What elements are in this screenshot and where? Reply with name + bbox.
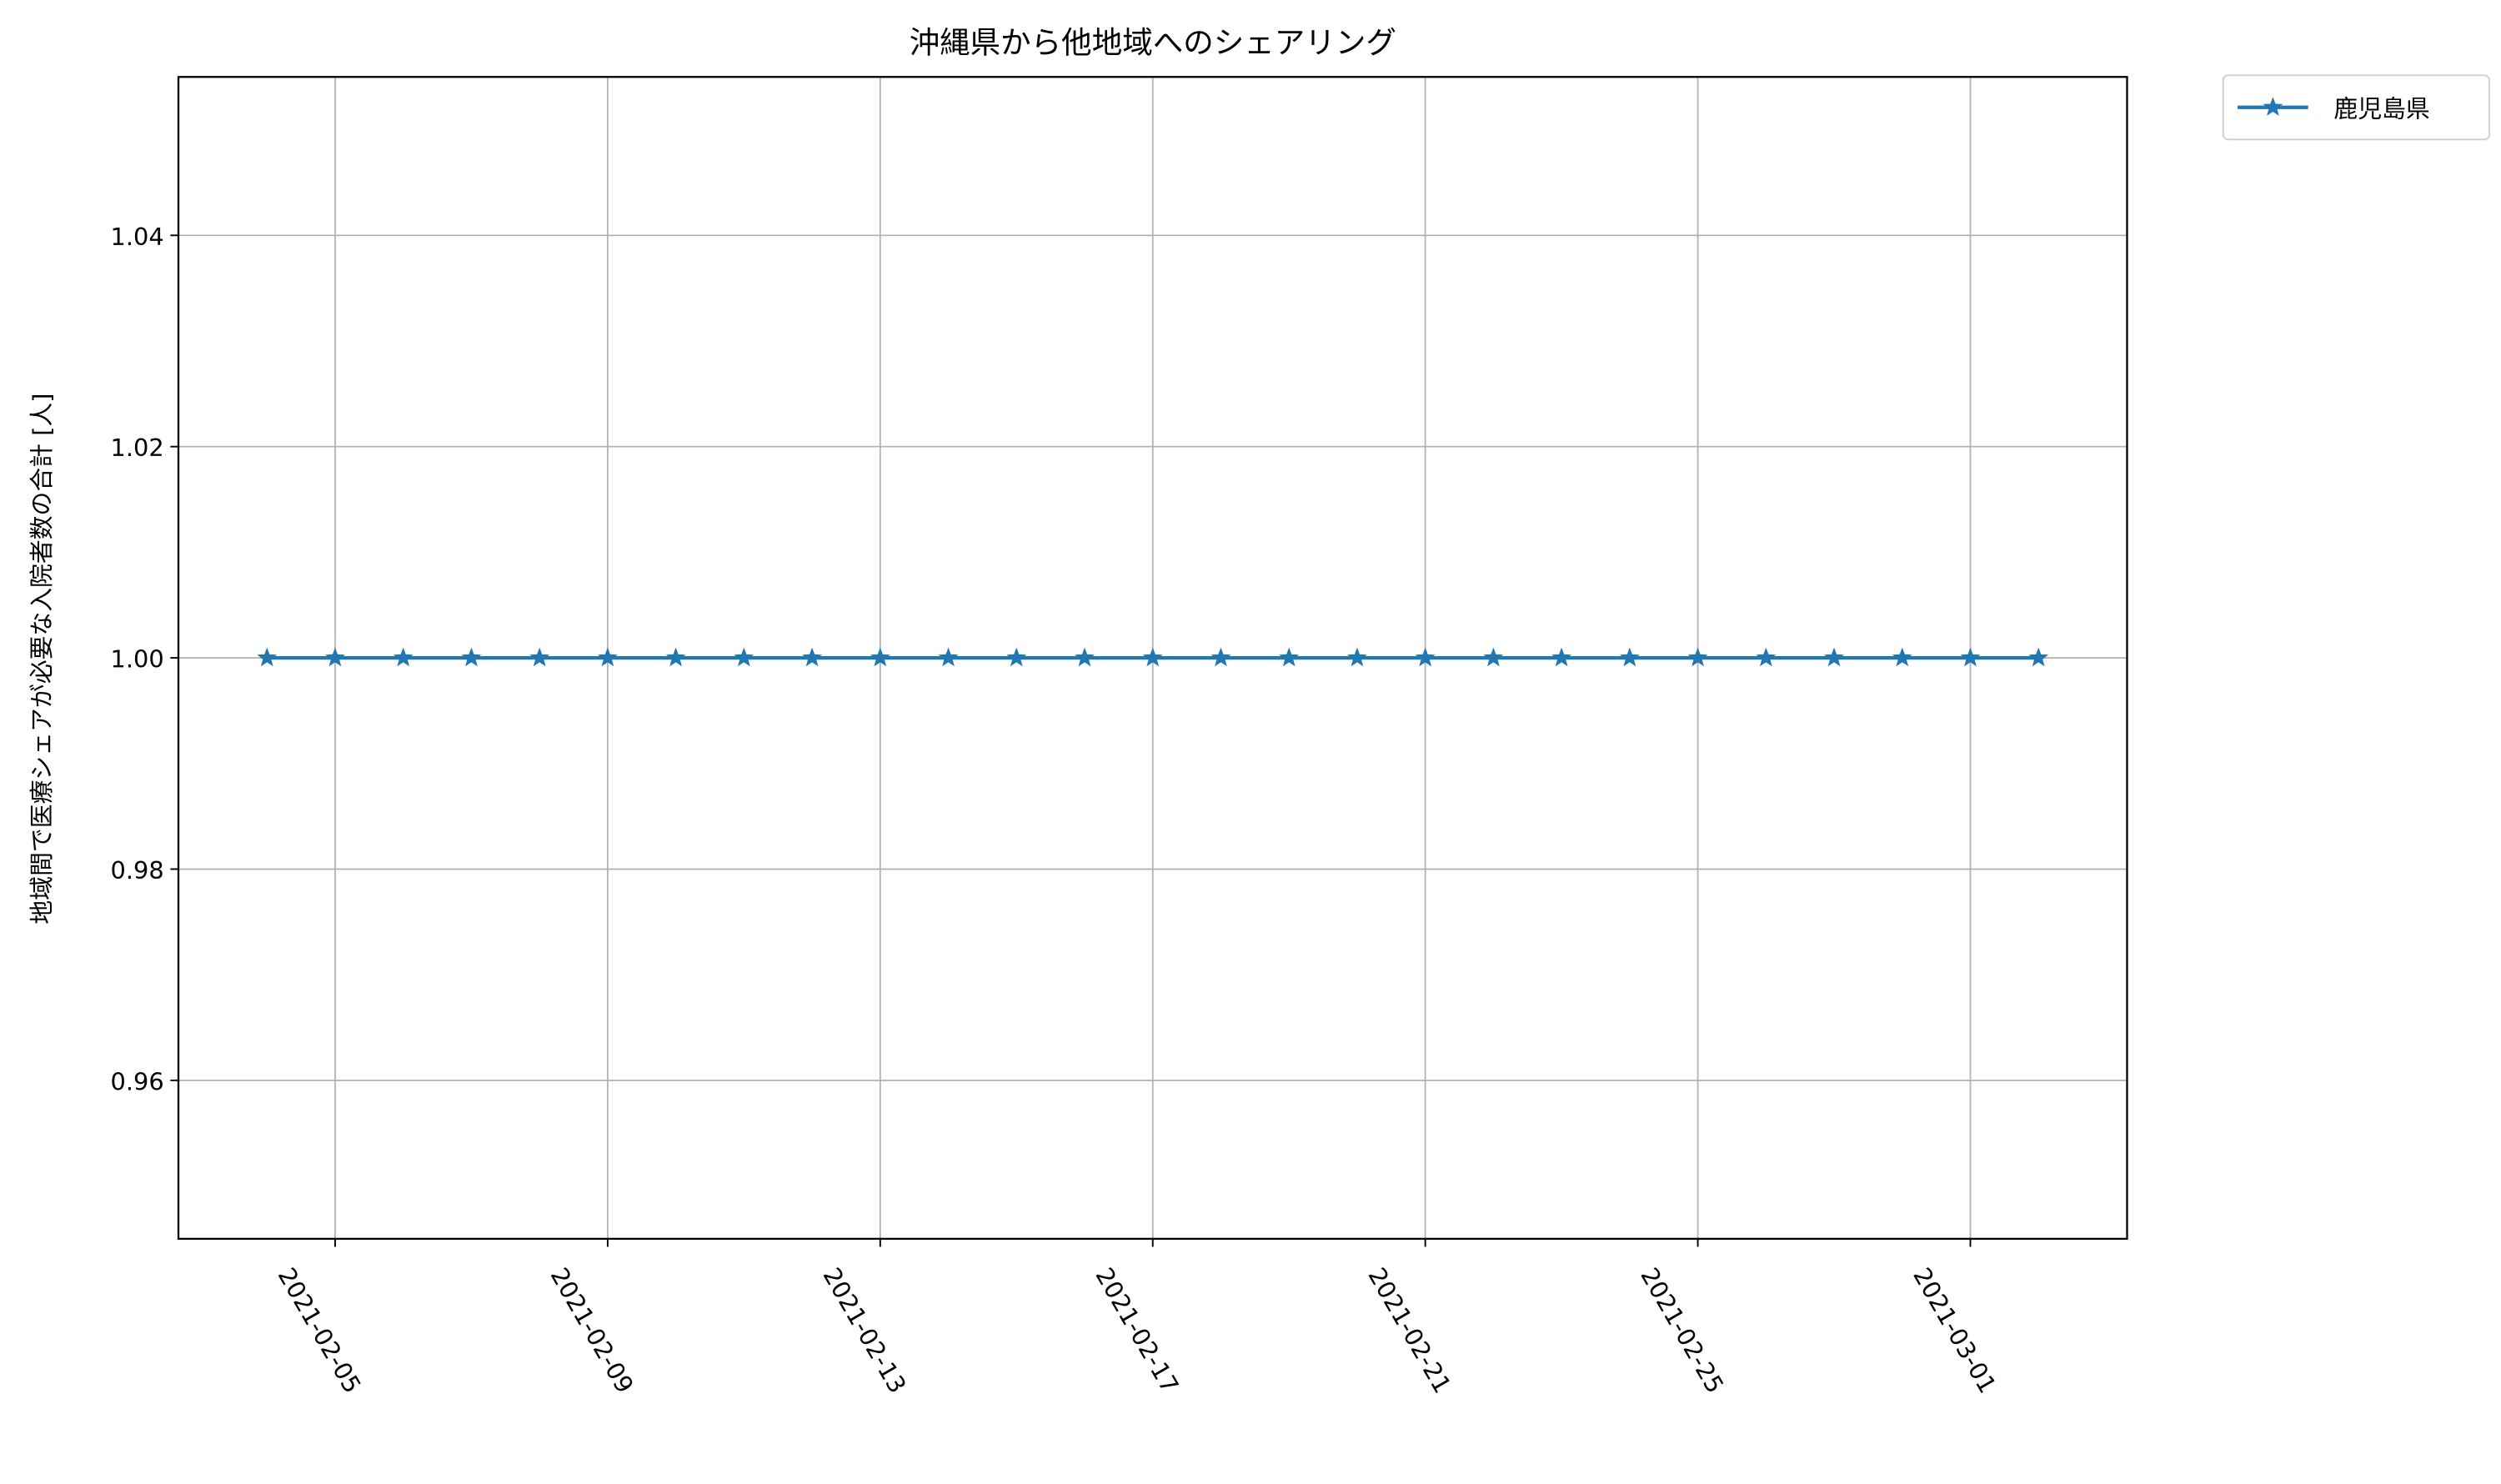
- data-point-star: [938, 647, 959, 667]
- chart-title: 沖縄県から他地域へのシェアリング: [910, 24, 1396, 60]
- legend: 鹿児島県: [2222, 74, 2490, 141]
- data-point-star: [665, 647, 686, 667]
- y-tick-label: 0.96: [111, 1067, 164, 1095]
- data-point-star: [529, 647, 550, 667]
- data-point-star: [1279, 647, 1300, 667]
- data-point-star: [1551, 647, 1572, 667]
- data-point-star: [393, 647, 413, 667]
- x-tick-label: 2021-02-05: [273, 1263, 367, 1398]
- data-point-star: [802, 647, 822, 667]
- data-point-star: [257, 647, 278, 667]
- data-point-star: [461, 647, 482, 667]
- data-point-star: [1006, 647, 1027, 667]
- chart: 2021-02-05 2021-02-09 2021-02-13 2021-02-17…: [28, 24, 2490, 1398]
- legend-label: 鹿児島県: [2333, 94, 2429, 123]
- data-point-star: [1075, 647, 1095, 667]
- y-axis-label: 地域間で医療シェアが必要な入院者数の合計 [人]: [28, 394, 56, 925]
- data-point-star: [1483, 647, 1504, 667]
- y-tick-label: 0.98: [111, 856, 164, 885]
- y-tick-label: 1.02: [111, 434, 164, 462]
- x-tick-label: 2021-02-13: [818, 1263, 912, 1398]
- x-tick-label: 2021-02-21: [1362, 1263, 1456, 1398]
- data-point-star: [1756, 647, 1777, 667]
- data-point-star: [2028, 647, 2049, 667]
- x-tick-label: 2021-02-25: [1635, 1263, 1729, 1398]
- x-tick-label: 2021-03-01: [1907, 1263, 2002, 1398]
- data-point-star: [1210, 647, 1231, 667]
- axes-ticks: 2021-02-05 2021-02-09 2021-02-13 2021-02-17…: [111, 223, 2002, 1398]
- y-tick-label: 1.04: [111, 223, 164, 251]
- data-point-star: [1824, 647, 1844, 667]
- data-point-star: [1892, 647, 1912, 667]
- data-point-star: [1619, 647, 1640, 667]
- data-point-star: [1347, 647, 1367, 667]
- x-tick-label: 2021-02-09: [545, 1263, 639, 1398]
- x-tick-label: 2021-02-17: [1090, 1263, 1184, 1398]
- y-tick-label: 1.00: [111, 645, 164, 674]
- data-point-star: [734, 647, 754, 667]
